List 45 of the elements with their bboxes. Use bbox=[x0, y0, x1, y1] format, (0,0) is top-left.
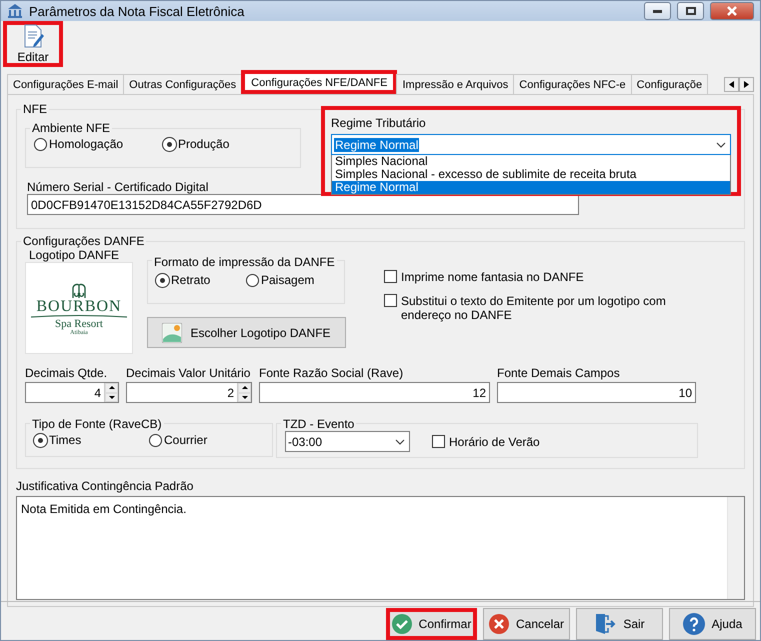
group-title: Ambiente NFE bbox=[30, 121, 112, 135]
timezone-dropdown[interactable]: -03:00 bbox=[285, 431, 410, 452]
exit-button[interactable]: Sair bbox=[576, 608, 663, 640]
radio-label: Times bbox=[49, 433, 82, 447]
group-title: NFE bbox=[21, 102, 49, 116]
logo-text: Spa Resort bbox=[55, 318, 103, 330]
cancel-button[interactable]: Cancelar bbox=[483, 608, 570, 640]
field-label: Decimais Valor Unitário bbox=[126, 366, 250, 380]
group-title: Formato de impressão da DANFE bbox=[152, 255, 337, 269]
field-label: Regime Tributário bbox=[331, 116, 426, 130]
radio-label: Retrato bbox=[171, 273, 210, 287]
edit-button[interactable]: Editar bbox=[3, 21, 63, 67]
logo-text: BOURBON bbox=[36, 298, 122, 314]
radio-label: Produção bbox=[178, 137, 230, 151]
number-spinner[interactable]: 4 bbox=[25, 382, 119, 403]
radio-label: Homologação bbox=[49, 137, 124, 151]
logo-label: Logotipo DANFE bbox=[29, 248, 120, 262]
field-label: Fonte Demais Campos bbox=[497, 366, 620, 380]
tab[interactable]: Configurações E-mail bbox=[7, 74, 124, 94]
checkbox-label: Substitui o texto do Emitente por um logotipo com endereço no DANFE bbox=[401, 294, 667, 322]
regime-dropdown[interactable]: Regime Normal bbox=[331, 134, 731, 155]
window-title: Parâmetros da Nota Fiscal Eletrônica bbox=[29, 4, 246, 18]
radio-label: Courrier bbox=[164, 433, 208, 447]
number-field[interactable]: 10 bbox=[497, 382, 696, 403]
group-title: Tipo de Fonte (RaveCB) bbox=[30, 417, 164, 431]
confirm-button[interactable]: Confirmar bbox=[386, 608, 477, 640]
number-field[interactable]: 12 bbox=[259, 382, 490, 403]
serial-field[interactable]: 0D0CFB91470E13152D84CA55F2792D6D bbox=[27, 194, 579, 215]
field-label: Fonte Razão Social (Rave) bbox=[259, 366, 404, 380]
help-button[interactable]: Ajuda bbox=[669, 608, 756, 640]
radio-label: Paisagem bbox=[261, 273, 314, 287]
justification-textarea[interactable]: Nota Emitida em Contingência. bbox=[16, 496, 745, 600]
number-spinner[interactable]: 2 bbox=[126, 382, 252, 403]
group-title: TZD - Evento bbox=[281, 417, 356, 431]
field-label: Número Serial - Certificado Digital bbox=[27, 180, 208, 194]
tab[interactable]: Configuraçõe bbox=[630, 74, 708, 94]
field-label: Decimais Qtde. bbox=[25, 366, 108, 380]
checkbox-label: Imprime nome fantasia no DANFE bbox=[401, 270, 584, 284]
choose-logo-button[interactable]: Escolher Logotipo DANFE bbox=[147, 317, 346, 348]
tab[interactable]: Impressão e Arquivos bbox=[396, 74, 514, 94]
group-title: Configurações DANFE bbox=[21, 234, 146, 248]
field-label: Justificativa Contingência Padrão bbox=[16, 479, 194, 493]
dropdown-option[interactable]: Regime Normal bbox=[332, 181, 730, 194]
tab[interactable]: Configurações NFE/DANFE bbox=[241, 70, 398, 94]
checkbox-label: Horário de Verão bbox=[449, 434, 540, 448]
